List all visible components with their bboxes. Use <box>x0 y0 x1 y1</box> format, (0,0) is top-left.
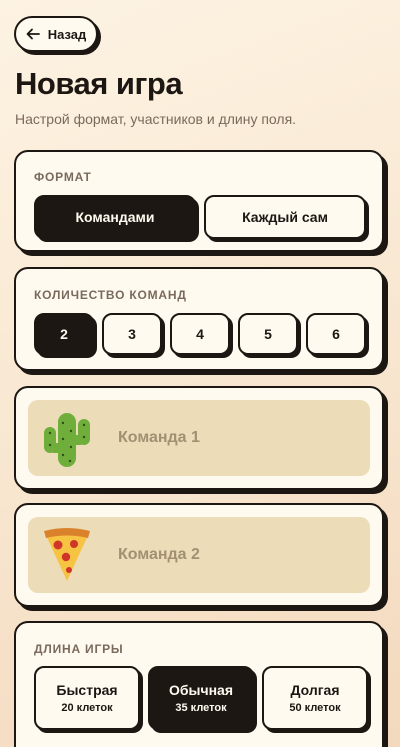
pizza-icon <box>38 527 96 583</box>
game-length-card: ДЛИНА ИГРЫ Быстрая 20 клеток Обычная 35 … <box>14 621 384 747</box>
length-option-cells: 20 клеток <box>61 702 113 714</box>
game-length-label: ДЛИНА ИГРЫ <box>34 642 124 656</box>
format-option-solo[interactable]: Каждый сам <box>204 195 366 239</box>
team-count-label: КОЛИЧЕСТВО КОМАНД <box>34 288 187 302</box>
team-count-option-label: 6 <box>332 326 340 342</box>
length-option-title: Быстрая <box>56 682 118 698</box>
team-count-card: КОЛИЧЕСТВО КОМАНД 2 3 4 5 6 <box>14 267 384 371</box>
page-subtitle: Настрой формат, участников и длину поля. <box>15 111 297 127</box>
format-option-label: Командами <box>75 209 155 225</box>
length-option-title: Долгая <box>290 682 340 698</box>
team-count-option-3[interactable]: 3 <box>102 313 162 355</box>
length-option-cells: 35 клеток <box>175 702 227 714</box>
format-label: ФОРМАТ <box>34 170 92 184</box>
team-count-option-2[interactable]: 2 <box>34 313 94 355</box>
team-count-option-6[interactable]: 6 <box>306 313 366 355</box>
team-card-1[interactable]: Команда 1 <box>14 386 384 490</box>
team-count-option-label: 4 <box>196 326 204 342</box>
format-option-teams[interactable]: Командами <box>34 195 196 239</box>
format-option-label: Каждый сам <box>242 209 328 225</box>
page-title: Новая игра <box>15 66 183 101</box>
cactus-icon <box>38 409 96 467</box>
team-card-2[interactable]: Команда 2 <box>14 503 384 607</box>
back-label: Назад <box>47 26 87 42</box>
team-count-option-label: 2 <box>60 326 68 342</box>
team-count-option-4[interactable]: 4 <box>170 313 230 355</box>
team-name: Команда 2 <box>118 546 200 563</box>
format-card: ФОРМАТ Командами Каждый сам <box>14 150 384 252</box>
team-count-option-label: 5 <box>264 326 272 342</box>
team-row: Команда 2 <box>28 517 370 593</box>
back-button[interactable]: Назад <box>14 16 98 52</box>
team-count-option-5[interactable]: 5 <box>238 313 298 355</box>
team-name: Команда 1 <box>118 429 200 446</box>
length-option-cells: 50 клеток <box>289 702 341 714</box>
team-row: Команда 1 <box>28 400 370 476</box>
arrow-left-icon <box>26 28 40 40</box>
team-count-option-label: 3 <box>128 326 136 342</box>
length-option-normal[interactable]: Обычная 35 клеток <box>148 666 254 730</box>
length-option-title: Обычная <box>168 682 234 698</box>
length-option-fast[interactable]: Быстрая 20 клеток <box>34 666 140 730</box>
length-option-long[interactable]: Долгая 50 клеток <box>262 666 368 730</box>
